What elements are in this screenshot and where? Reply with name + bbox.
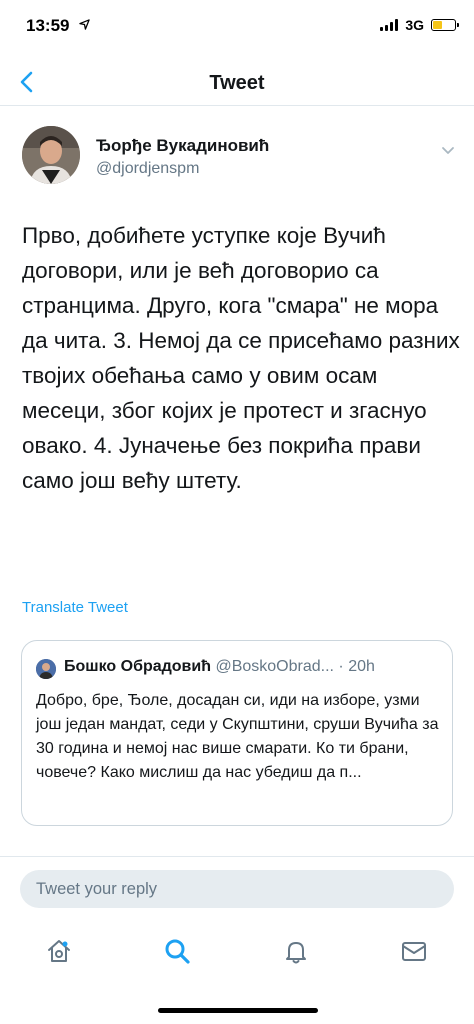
tab-home[interactable] [44, 936, 74, 966]
battery-icon [431, 19, 459, 31]
chevron-down-icon[interactable] [438, 140, 458, 160]
page-title: Tweet [209, 72, 265, 94]
battery-level [433, 21, 443, 29]
status-bar: 13:59 3G [0, 0, 474, 50]
tweet-text: Прво, добићете уступке које Вучић догово… [22, 223, 460, 493]
quoted-tweet-text: Добро, бре, Ђоле, досадан си, иди на изб… [36, 692, 439, 781]
author-avatar[interactable] [22, 126, 80, 184]
tab-notifications[interactable] [281, 936, 311, 966]
bell-icon [286, 942, 306, 964]
search-icon [165, 939, 190, 964]
home-indicator[interactable] [158, 1008, 318, 1013]
quoted-author-avatar [36, 659, 56, 679]
home-icon [48, 940, 70, 962]
nav-bar: Tweet [0, 58, 474, 106]
divider [0, 856, 474, 857]
quoted-tweet-time: · 20h [338, 658, 375, 675]
quoted-tweet-header: Бошко Обрадовић @BoskoObrad... · 20h [64, 658, 446, 676]
author-handle[interactable]: @djordjenspm [96, 160, 199, 178]
tab-messages[interactable] [399, 936, 429, 966]
tab-bar [0, 922, 474, 982]
status-time: 13:59 [26, 16, 70, 35]
quoted-author-name: Бошко Обрадовић [64, 658, 211, 675]
translate-tweet-link[interactable]: Translate Tweet [22, 599, 128, 616]
quoted-author-handle: @BoskoObrad... [215, 658, 334, 675]
location-arrow-icon [79, 18, 90, 33]
signal-icon [380, 19, 399, 31]
tab-search[interactable] [162, 936, 192, 966]
author-name[interactable]: Ђорђе Вукадиновић [96, 136, 269, 156]
mail-icon [402, 942, 426, 961]
network-type: 3G [405, 17, 424, 33]
reply-input[interactable]: Tweet your reply [20, 870, 454, 908]
quoted-tweet[interactable]: Бошко Обрадовић @BoskoObrad... · 20h Доб… [21, 640, 453, 826]
status-indicators: 3G [380, 17, 459, 33]
